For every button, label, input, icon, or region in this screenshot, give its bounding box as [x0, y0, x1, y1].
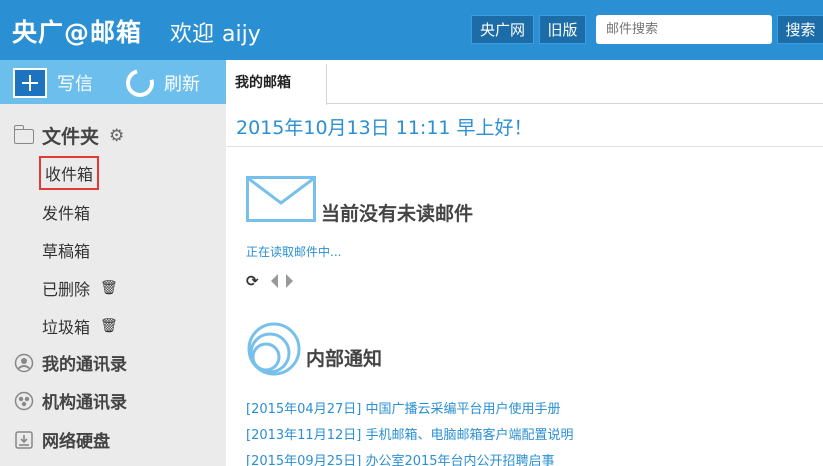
cctv-link-button[interactable]: 央广网: [471, 15, 534, 44]
sidebar-item-inbox[interactable]: 收件箱: [39, 156, 100, 190]
sidebar-item-label: 已删除: [42, 280, 91, 299]
disk-icon: [15, 430, 33, 449]
old-version-button[interactable]: 旧版: [539, 15, 586, 44]
notice-icon: [247, 322, 301, 376]
notice-link[interactable]: [2013年11月12日] 手机邮箱、电脑邮箱客户端配置说明: [246, 424, 573, 443]
trash-icon[interactable]: 🗑: [100, 318, 118, 334]
search-button[interactable]: 搜索: [777, 15, 823, 44]
reload-icon[interactable]: ⟳: [246, 272, 259, 290]
sidebar-item-label: 机构通讯录: [42, 393, 127, 413]
brand-logo: 央广@邮箱: [12, 18, 143, 47]
sidebar-item-drafts[interactable]: 草稿箱: [42, 238, 90, 262]
refresh-button[interactable]: 刷新: [120, 63, 200, 103]
sidebar-item-label: 网络硬盘: [42, 432, 110, 452]
plus-icon: [13, 68, 47, 98]
sidebar-item-label: 收件箱: [45, 165, 94, 184]
group-icon: [14, 391, 34, 410]
sidebar: 写信 刷新 文件夹 ⚙ 收件箱 发件箱 草稿箱 已删除 🗑 垃圾箱 🗑 我的通讯…: [0, 60, 226, 466]
notice-title: 内部通知: [306, 348, 383, 370]
sidebar-item-junk[interactable]: 垃圾箱 🗑: [42, 314, 118, 338]
folder-icon: [13, 125, 34, 144]
welcome-label: 欢迎: [170, 22, 215, 47]
sidebar-item-outbox[interactable]: 发件箱: [42, 200, 90, 224]
envelope-icon: [246, 176, 316, 222]
folders-header: 文件夹 ⚙: [13, 122, 124, 149]
person-icon: [14, 353, 34, 372]
greeting-text: 2015年10月13日 11:11 早上好！: [236, 117, 533, 139]
welcome-text: 欢迎 aijy: [170, 16, 261, 48]
refresh-label: 刷新: [164, 74, 200, 95]
sidebar-item-contacts[interactable]: 我的通讯录: [14, 350, 127, 375]
divider: [226, 146, 823, 147]
trash-icon[interactable]: 🗑: [100, 280, 118, 296]
notice-link[interactable]: [2015年04月27日] 中国广播云采编平台用户使用手册: [246, 398, 560, 417]
sidebar-item-org-contacts[interactable]: 机构通讯录: [14, 388, 127, 413]
gear-icon[interactable]: ⚙: [109, 126, 124, 146]
mail-pager: ⟳: [246, 272, 293, 290]
sidebar-item-network-disk[interactable]: 网络硬盘: [14, 427, 110, 452]
loading-mail-link[interactable]: 正在读取邮件中...: [246, 243, 341, 260]
sidebar-item-deleted[interactable]: 已删除 🗑: [42, 276, 118, 300]
username: aijy: [222, 22, 261, 47]
mail-search-input[interactable]: [596, 15, 772, 44]
next-icon[interactable]: [285, 274, 293, 288]
main-panel: 我的邮箱 2015年10月13日 11:11 早上好！ 当前没有未读邮件 正在读…: [226, 60, 823, 466]
top-header: 央广@邮箱 欢迎 aijy 央广网 旧版 搜索: [0, 0, 823, 60]
notice-link[interactable]: [2015年09月25日] 办公室2015年台内公开招聘启事: [246, 450, 555, 466]
compose-label: 写信: [57, 74, 93, 95]
sidebar-item-label: 我的通讯录: [42, 355, 127, 375]
tab-bar: 我的邮箱: [226, 60, 823, 105]
sidebar-item-label: 草稿箱: [42, 242, 91, 261]
sidebar-action-bar: 写信 刷新: [0, 60, 226, 104]
tab-my-mailbox[interactable]: 我的邮箱: [226, 64, 327, 105]
prev-icon[interactable]: [270, 274, 278, 288]
folders-title: 文件夹: [42, 126, 100, 148]
refresh-icon: [120, 63, 160, 103]
sidebar-item-label: 发件箱: [42, 204, 91, 223]
no-unread-heading: 当前没有未读邮件: [321, 203, 474, 225]
compose-button[interactable]: 写信: [13, 68, 93, 98]
sidebar-item-label: 垃圾箱: [42, 318, 91, 337]
